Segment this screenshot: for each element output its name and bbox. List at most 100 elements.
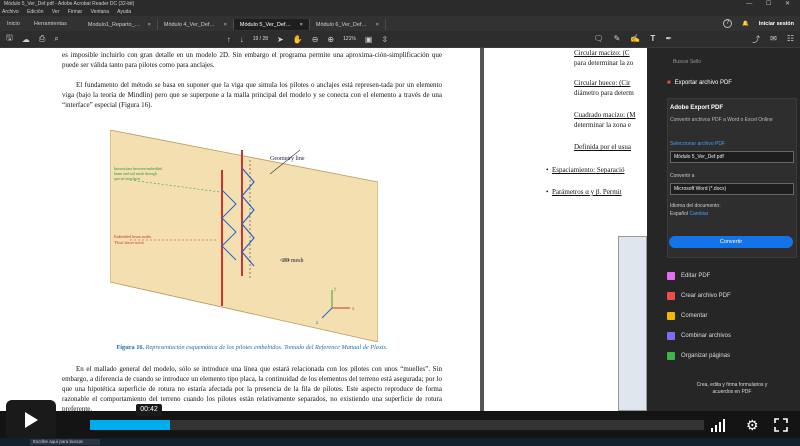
edit-pdf-icon [667,272,675,280]
figure-note: 'Float' above mesh [114,240,144,245]
language-label: Idioma del documento: [670,203,721,209]
zoom-level[interactable]: 121% [343,36,356,42]
next-page-icon[interactable]: ↓ [240,35,244,44]
menu-ayuda[interactable]: Ayuda [117,9,131,15]
mesh-label: 2D mesh [282,258,304,264]
taskbar: Escribe aquí para buscar [0,438,800,446]
play-icon [25,412,38,428]
change-language-link[interactable]: Cambiar [689,211,708,217]
tab-label: Modulo1_Reparto_… [87,21,141,28]
tool-label: Editar PDF [681,273,711,279]
list-item: Cuadrado macizo: (M [574,111,636,119]
help-icon[interactable]: ? [722,19,732,28]
play-button[interactable] [6,400,56,440]
tab-home[interactable]: Inicio [0,21,27,27]
tab-tools[interactable]: Herramientas [27,21,74,27]
video-progress-bar[interactable] [90,420,704,430]
menu-archivo[interactable]: Archivo [2,9,19,15]
sign-icon[interactable]: ✒ [665,34,672,45]
menu-edicion[interactable]: Edición [27,9,43,15]
screen: Módulo 5_Ver_Def.pdf - Adobe Acrobat Rea… [0,0,800,446]
page-number-input[interactable]: 19 [253,36,259,42]
bell-icon[interactable]: 🔔 [742,21,749,27]
embedded-screenshot [618,236,647,411]
signin-button[interactable]: Iniciar sesión [759,21,794,27]
prev-page-icon[interactable]: ↑ [227,35,231,44]
tool-create-pdf[interactable]: Crear archivo PDF [667,292,731,300]
bullet-item: • Parámetros α y β. Permit [546,188,622,196]
right-tools-panel: Buscar Sello ■ Exportar archivo PDF Adob… [647,48,800,411]
cursor-icon[interactable]: ➤ [277,35,284,44]
figure-note: beam and soil mesh through [114,172,157,176]
paragraph: En el mallado general del modelo, sólo s… [62,365,442,411]
convert-to-label: Convertir a [670,173,695,179]
figure-note: Interactions between embedded [114,167,162,171]
close-icon[interactable]: × [224,22,227,28]
export-pdf-header[interactable]: ■ Exportar archivo PDF [667,80,732,86]
promo-text: Crea, edita y firma formularios y acuerd… [696,382,768,395]
mail-icon[interactable]: ✉ [770,34,777,45]
menu-ver[interactable]: Ver [52,9,60,15]
save-icon[interactable]: 🖫 [6,32,13,46]
print-icon[interactable]: ⎙ [39,34,45,44]
tool-edit-pdf[interactable]: Editar PDF [667,272,710,280]
export-pdf-icon: ■ [667,80,671,86]
draw-icon[interactable]: ✍ [630,34,640,45]
language-value: Español [670,211,689,217]
figure-note: Embedded beam nodes [114,234,152,239]
tab-bar: Inicio Herramientas Modulo1_Reparto_… × M… [0,16,800,31]
card-title: Adobe Export PDF [670,105,724,111]
zoom-out-icon[interactable]: ⊖ [312,35,319,44]
tool-comment[interactable]: Comentar [667,312,707,320]
tab-document-2[interactable]: Módulo 4_Ver_Def… × [158,19,234,30]
fullscreen-icon[interactable] [774,418,788,432]
select-file-label[interactable]: Seleccionar archivo PDF [670,141,725,147]
export-pdf-label: Exportar archivo PDF [674,80,732,86]
window-controls[interactable]: — ☐ ✕ [746,0,796,8]
taskbar-search[interactable]: Escribe aquí para buscar [30,438,100,445]
hand-icon[interactable]: ✋ [293,35,303,44]
volume-icon[interactable] [710,418,730,432]
fit-page-icon[interactable]: ▣ [365,35,373,44]
highlight-icon[interactable]: ✎ [614,34,621,45]
close-icon[interactable]: × [376,22,379,28]
menu-ventana[interactable]: Ventana [91,9,109,15]
time-display: 00:42 [136,404,162,416]
create-pdf-icon [667,292,675,300]
search-input[interactable]: Buscar Sello [667,56,792,68]
tool-combine[interactable]: Combinar archivos [667,332,731,340]
tab-document-4[interactable]: Módulo 6_Ver_Def… × [310,19,386,30]
tab-label: Módulo 4_Ver_Def… [163,21,215,28]
geometry-line-label: Geometry line [270,156,305,162]
tab-document-1[interactable]: Modulo1_Reparto_… × [82,19,158,30]
upload-icon[interactable]: ☁ [22,35,30,44]
bullet-text: Espaciamiento: Separació [551,166,625,174]
tab-label: Módulo 5_Ver_Def… [239,21,291,28]
scroll-mode-icon[interactable]: ⇳ [381,35,388,44]
paragraph: es imposible incluirlo con gran detalle … [62,51,442,69]
list-item: diámetro para determ [574,89,634,97]
tool-organize[interactable]: Organizar páginas [667,352,730,360]
figure-caption: Figura 16. Representación esquemática de… [62,344,442,351]
close-icon[interactable]: × [148,22,151,28]
tab-label: Módulo 6_Ver_Def… [315,21,367,28]
menu-firmar[interactable]: Firmar [68,9,82,15]
tab-document-3[interactable]: Módulo 5_Ver_Def… × [233,19,310,30]
share-icon[interactable]: ⤴ [752,34,760,45]
bullet-item: • Espaciamiento: Separació [546,166,625,174]
close-icon[interactable]: × [300,22,303,28]
settings-icon[interactable]: ⚙ [746,418,759,432]
text-icon[interactable]: 𝐓 [650,34,655,45]
search-icon[interactable]: ⌕ [54,34,58,44]
document-area[interactable]: es imposible incluirlo con gran detalle … [0,48,647,411]
more-icon[interactable]: ☷ [787,34,794,45]
comment-icon[interactable]: 🗨 [593,34,603,45]
list-item: Definida por el usua [574,143,631,151]
format-select[interactable]: Microsoft Word (*.docx) [670,183,794,195]
caption-label: Figura 16. [116,344,145,351]
tool-label: Organizar páginas [681,353,731,359]
convert-button[interactable]: Convertir [669,236,793,248]
bullet-text: Parámetros α y β. Permit [551,188,622,196]
file-field[interactable]: Módulo 5_Ver_Def.pdf [670,151,794,163]
zoom-in-icon[interactable]: ⊕ [327,35,334,44]
